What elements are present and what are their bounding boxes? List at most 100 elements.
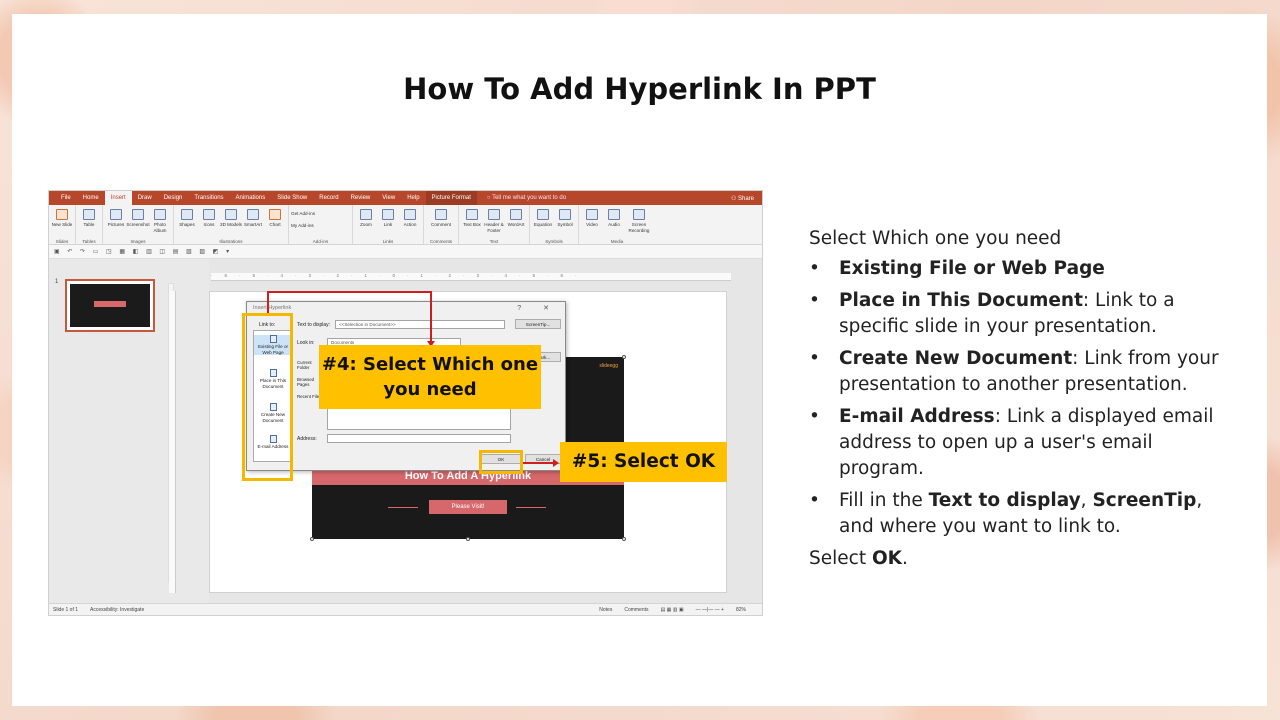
status-right: Notes Comments ▤ ▦ ▥ ▣ — —|— — + 82%	[599, 607, 758, 613]
icons-icon	[203, 209, 215, 220]
arrow-line	[430, 291, 432, 341]
callout-step-4: #4: Select Which one you need	[319, 345, 541, 409]
instructions-list: Existing File or Web Page Place in This …	[809, 256, 1229, 540]
list-item: Place in This Document: Link to a specif…	[809, 288, 1229, 340]
arrow-line	[523, 462, 553, 464]
photo-album-icon	[154, 209, 166, 220]
horizontal-ruler: ·6·5·4·3·2·1·0·1·2·3·4·5·6·	[211, 273, 731, 281]
chart-icon	[269, 209, 281, 220]
group-add-ins: Get Add-ins My Add-ins Add-ins	[289, 205, 353, 245]
arrow-head-right	[553, 459, 559, 467]
smartart-icon	[247, 209, 259, 220]
vertical-ruler	[169, 291, 176, 593]
tab-view[interactable]: View	[376, 191, 401, 205]
comment-icon	[435, 209, 447, 220]
slide-title: How To Add Hyperlink In PPT	[403, 72, 876, 106]
tab-help[interactable]: Help	[401, 191, 425, 205]
screenshot-icon	[132, 209, 144, 220]
ribbon: New Slide Slides Table Tables Pictures S…	[49, 205, 762, 245]
tab-slide-show[interactable]: Slide Show	[271, 191, 313, 205]
pictures-icon	[110, 209, 122, 220]
my-add-ins-button[interactable]: My Add-ins	[291, 223, 350, 229]
screen-recording-icon	[633, 209, 645, 220]
header-footer-icon	[488, 209, 500, 220]
group-images: Pictures Screenshot Photo Album Images	[103, 205, 174, 245]
slide-count: Slide 1 of 1	[53, 606, 79, 613]
list-item: E-mail Address: Link a displayed email a…	[809, 404, 1229, 482]
list-item: Fill in the Text to display, ScreenTip, …	[809, 488, 1229, 540]
slide-divider-left	[388, 507, 418, 508]
arrow-line	[267, 291, 431, 293]
speaker-icon	[608, 209, 620, 220]
resize-handle[interactable]	[310, 537, 314, 541]
dialog-controls[interactable]: ? ✕	[517, 304, 559, 312]
tab-animations[interactable]: Animations	[230, 191, 272, 205]
slide-thumbnail-number: 1	[55, 279, 59, 285]
instructions-outro: Select OK.	[809, 548, 908, 569]
resize-handle[interactable]	[622, 537, 626, 541]
get-add-ins-button[interactable]: Get Add-ins	[291, 211, 350, 217]
text-to-display-label: Text to display:	[297, 322, 331, 328]
globe-link-icon	[382, 209, 394, 220]
group-media: Video Audio Screen Recording Media	[579, 205, 655, 245]
group-comments: Comment Comments	[424, 205, 459, 245]
list-item: Create New Document: Link from your pres…	[809, 346, 1229, 398]
quick-access-toolbar[interactable]: ▣ ↶ ↷ ▭ ◳ ▦ ◧ ▥ ◫ ▤ ▧ ▨ ◩ ▾	[49, 245, 762, 259]
slide-logo: slideegg	[599, 363, 618, 369]
tab-file[interactable]: File	[55, 191, 77, 205]
powerpoint-screenshot: File Home Insert Draw Design Transitions…	[48, 190, 763, 616]
instructions-intro: Select Which one you need	[809, 228, 1062, 249]
tab-picture-format[interactable]: Picture Format	[425, 191, 477, 205]
table-icon	[83, 209, 95, 220]
slide-thumbnail[interactable]	[65, 279, 155, 332]
dialog-title: Insert Hyperlink	[253, 305, 292, 311]
pi-icon	[537, 209, 549, 220]
notes-button[interactable]: Notes	[599, 607, 612, 613]
person-icon: ⚇	[730, 195, 738, 202]
share-button[interactable]: ⚇ Share	[731, 195, 754, 202]
address-label: Address:	[297, 436, 317, 442]
instructions-panel: Select Which one you need Existing File …	[809, 226, 1229, 576]
group-tables: Table Tables	[76, 205, 103, 245]
group-links: Zoom Link Action Links	[353, 205, 424, 245]
text-box-icon	[466, 209, 478, 220]
resize-handle[interactable]	[466, 537, 470, 541]
new-slide-icon	[56, 209, 68, 220]
group-text: Text Box Header & Footer WordArt Text	[459, 205, 530, 245]
group-slides: New Slide Slides	[49, 205, 76, 245]
slide-thumbnail-pane: 1	[49, 259, 209, 605]
text-to-display-input[interactable]: <<Selection in Document>>	[335, 320, 505, 329]
status-bar: Slide 1 of 1 Accessibility: Investigate …	[49, 603, 762, 615]
accessibility-status[interactable]: Accessibility: Investigate	[90, 607, 144, 613]
tab-record[interactable]: Record	[313, 191, 344, 205]
screentip-button[interactable]: ScreenTip...	[515, 319, 561, 329]
tab-home[interactable]: Home	[77, 191, 105, 205]
callout-step-5: #5: Select OK	[560, 442, 727, 482]
tab-design[interactable]: Design	[158, 191, 189, 205]
omega-icon	[559, 209, 571, 220]
comments-button[interactable]: Comments	[624, 607, 648, 613]
zoom-slider[interactable]: — —|— — +	[696, 607, 724, 613]
star-icon	[404, 209, 416, 220]
slide-divider-right	[516, 507, 546, 508]
cube-icon	[225, 209, 237, 220]
address-input[interactable]	[327, 434, 511, 443]
tab-transitions[interactable]: Transitions	[188, 191, 229, 205]
resize-handle[interactable]	[622, 355, 626, 359]
ok-highlight	[479, 450, 523, 474]
look-in-label: Look in:	[297, 340, 315, 346]
arrow-line	[267, 291, 269, 313]
tab-review[interactable]: Review	[345, 191, 377, 205]
zoom-level[interactable]: 82%	[736, 607, 746, 613]
slide-visit-button: Please Visit!	[429, 500, 507, 514]
tab-insert[interactable]: Insert	[104, 191, 132, 205]
shapes-icon	[181, 209, 193, 220]
wordart-icon	[510, 209, 522, 220]
tab-draw[interactable]: Draw	[132, 191, 158, 205]
ribbon-tabs: File Home Insert Draw Design Transitions…	[49, 191, 762, 205]
video-icon	[586, 209, 598, 220]
zoom-icon	[360, 209, 372, 220]
tell-me-search[interactable]: ○ Tell me what you want to do	[487, 195, 566, 201]
list-item: Existing File or Web Page	[809, 256, 1229, 282]
view-buttons[interactable]: ▤ ▦ ▥ ▣	[661, 607, 684, 613]
